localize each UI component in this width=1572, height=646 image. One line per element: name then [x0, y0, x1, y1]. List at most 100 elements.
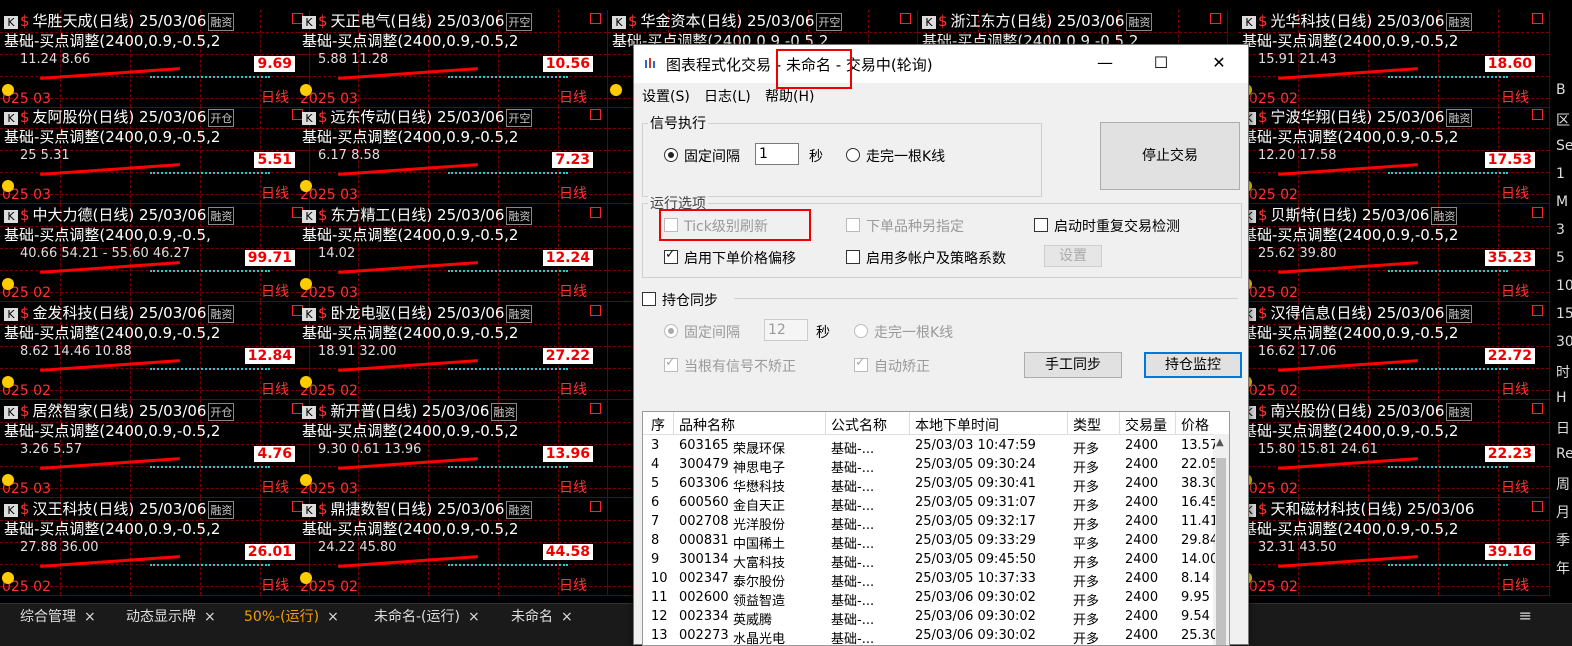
column-header[interactable]: 品种名称: [679, 415, 735, 435]
chart-cell[interactable]: K $ 光华科技(日线) 25/03/06 融资 基础-买点调整(2400,0.9,-0…: [1238, 10, 1550, 108]
table-row[interactable]: 10 002347 泰尔股份 基础-... 25/03/05 10:37:33 开多 240…: [643, 569, 1229, 590]
table-row[interactable]: 5 603306 华懋科技 基础-... 25/03/05 09:30:41 开多 2400…: [643, 474, 1229, 495]
tab-unnamed-running[interactable]: 未命名-(运行) ×: [368, 604, 486, 630]
chart-cell[interactable]: K $ 汉王科技(日线) 25/03/06 融资 基础-买点调整(2400,0.9,-0…: [0, 498, 310, 596]
menu-log[interactable]: 日志(L): [704, 86, 751, 106]
menu-icon[interactable]: ≡: [1519, 606, 1532, 625]
period-button[interactable]: H: [1556, 390, 1567, 406]
restart-check-checkbox[interactable]: [1034, 218, 1048, 232]
period-button[interactable]: 10: [1556, 278, 1572, 294]
chart-cell[interactable]: K $ 卧龙电驱(日线) 25/03/06 融资 基础-买点调整(2400,0.9,-0…: [298, 302, 608, 400]
order-other-checkbox[interactable]: [846, 218, 860, 232]
tab-dynamic-board[interactable]: 动态显示牌 ×: [120, 604, 222, 630]
table-row[interactable]: 9 300134 大富科技 基础-... 25/03/05 09:45:50 开多 2400…: [643, 550, 1229, 571]
tab-50-running[interactable]: 50%-(运行) ×: [238, 604, 345, 630]
maximize-icon[interactable]: ☐: [1146, 51, 1176, 75]
price-line: [150, 172, 270, 174]
close-icon[interactable]: ×: [468, 609, 480, 625]
column-header[interactable]: 类型: [1073, 415, 1101, 435]
period-button[interactable]: 月: [1556, 502, 1570, 522]
column-separator[interactable]: [909, 412, 910, 434]
period-button[interactable]: 周: [1556, 474, 1570, 494]
table-row[interactable]: 4 300479 神思电子 基础-... 25/03/05 09:30:24 开多 2400…: [643, 455, 1229, 476]
period-button[interactable]: 1: [1556, 166, 1565, 182]
table-row[interactable]: 8 000831 中国稀土 基础-... 25/03/05 09:33:29 平多 2400…: [643, 531, 1229, 552]
stop-trading-button[interactable]: 停止交易: [1100, 122, 1240, 190]
period-button[interactable]: 区: [1556, 110, 1570, 130]
chart-cell[interactable]: K $ 东方精工(日线) 25/03/06 融资 基础-买点调整(2400,0.9,-0…: [298, 204, 608, 302]
period-button[interactable]: B: [1556, 82, 1566, 98]
column-header[interactable]: 序: [651, 415, 665, 435]
pos-fixed-interval-radio[interactable]: [664, 324, 678, 338]
settings-button[interactable]: 设置: [1044, 245, 1102, 267]
interval-input[interactable]: 1: [755, 143, 799, 165]
multi-account-checkbox[interactable]: [846, 250, 860, 264]
period-label: 日线: [1501, 480, 1529, 496]
table-row[interactable]: 7 002708 光洋股份 基础-... 25/03/05 09:32:17 开多 2400…: [643, 512, 1229, 533]
period-button[interactable]: 15: [1556, 306, 1572, 322]
close-icon[interactable]: ×: [561, 609, 573, 625]
no-correct-checkbox[interactable]: [664, 355, 678, 372]
column-separator[interactable]: [673, 412, 674, 434]
column-header[interactable]: 本地下单时间: [915, 415, 999, 435]
auto-correct-checkbox[interactable]: [854, 355, 868, 372]
period-button[interactable]: Se: [1556, 138, 1572, 154]
position-monitor-button[interactable]: 持仓监控: [1144, 352, 1242, 378]
menu-help[interactable]: 帮助(H): [765, 86, 814, 106]
chart-cell[interactable]: K $ 华胜天成(日线) 25/03/06 融资 基础-买点调整(2400,0.9,-0…: [0, 10, 310, 108]
chart-cell[interactable]: K $ 天正电气(日线) 25/03/06 开空 基础-买点调整(2400,0.9,-0…: [298, 10, 608, 108]
table-cell: 开多: [1073, 632, 1100, 646]
close-icon[interactable]: ×: [327, 609, 339, 625]
period-button[interactable]: 年: [1556, 558, 1570, 578]
manual-sync-button[interactable]: 手工同步: [1024, 352, 1122, 378]
table-row[interactable]: 3 603165 荣晟环保 基础-... 25/03/03 10:47:59 开多 2400…: [643, 436, 1229, 457]
fixed-interval-radio[interactable]: [664, 148, 678, 162]
column-separator[interactable]: [1067, 412, 1068, 434]
column-header[interactable]: 交易量: [1125, 415, 1167, 435]
chart-cell[interactable]: K $ 友阿股份(日线) 25/03/06 开仓 基础-买点调整(2400,0.9,-0…: [0, 106, 310, 204]
pos-interval-input[interactable]: 12: [764, 319, 808, 341]
table-row[interactable]: 11 002600 领益智造 基础-... 25/03/06 09:30:02 开多 240…: [643, 588, 1229, 609]
tab-comprehensive[interactable]: 综合管理 ×: [14, 604, 102, 630]
close-icon[interactable]: ×: [204, 609, 216, 625]
price-line: [150, 368, 270, 370]
period-button[interactable]: 季: [1556, 530, 1570, 550]
tab-unnamed[interactable]: 未命名 ×: [505, 604, 579, 630]
position-sync-checkbox[interactable]: [642, 292, 656, 306]
column-separator[interactable]: [1119, 412, 1120, 434]
chart-cell[interactable]: K $ 新开普(日线) 25/03/06 融资 基础-买点调整(2400,0.9,-0.…: [298, 400, 608, 498]
column-separator[interactable]: [1175, 412, 1176, 434]
table-row[interactable]: 12 002334 英威腾 基础-... 25/03/06 09:30:02 开多 2400…: [643, 607, 1229, 628]
table-row[interactable]: 6 600560 金自天正 基础-... 25/03/05 09:31:07 开多 2400…: [643, 493, 1229, 514]
close-icon[interactable]: ×: [84, 609, 96, 625]
price-offset-checkbox[interactable]: [664, 247, 678, 264]
chart-cell[interactable]: K $ 南兴股份(日线) 25/03/06 融资 基础-买点调整(2400,0.9,-0…: [1238, 400, 1550, 498]
column-header[interactable]: 价格: [1181, 415, 1209, 435]
column-separator[interactable]: [825, 412, 826, 434]
minimize-icon[interactable]: —: [1090, 51, 1120, 75]
chart-cell[interactable]: K $ 汉得信息(日线) 25/03/06 融资 基础-买点调整(2400,0.9,-0…: [1238, 302, 1550, 400]
period-button[interactable]: 5: [1556, 250, 1565, 266]
chart-cell[interactable]: K $ 鼎捷数智(日线) 25/03/06 融资 基础-买点调整(2400,0.9,-0…: [298, 498, 608, 596]
period-button[interactable]: 时: [1556, 362, 1570, 382]
chart-cell[interactable]: K $ 远东传动(日线) 25/03/06 开空 基础-买点调整(2400,0.9,-0…: [298, 106, 608, 204]
per-bar-radio[interactable]: [846, 148, 860, 162]
chart-cell[interactable]: K $ 居然智家(日线) 25/03/06 开仓 基础-买点调整(2400,0.9,-0…: [0, 400, 310, 498]
period-button[interactable]: 日: [1556, 418, 1570, 438]
chart-cell[interactable]: K $ 中大力德(日线) 25/03/06 融资 基础-买点调整(2400,0.9,-0…: [0, 204, 310, 302]
column-header[interactable]: 公式名称: [831, 415, 887, 435]
chart-cell[interactable]: K $ 天和磁材科技(日线) 25/03/06 基础-买点调整(2400,0.9,-0…: [1238, 498, 1550, 596]
period-button[interactable]: 3: [1556, 222, 1565, 238]
period-button[interactable]: Re: [1556, 446, 1572, 462]
chart-cell[interactable]: K $ 宁波华翔(日线) 25/03/06 融资 基础-买点调整(2400,0.9,-0…: [1238, 106, 1550, 204]
close-icon[interactable]: ✕: [1204, 51, 1234, 75]
table-row[interactable]: 13 002273 水晶光电 基础-... 25/03/06 09:30:02 开多 240…: [643, 626, 1229, 645]
chart-header: K $ 光华科技(日线) 25/03/06 融资: [1242, 10, 1473, 31]
chart-cell[interactable]: K $ 贝斯特(日线) 25/03/06 融资 基础-买点调整(2400,0.9,-0.…: [1238, 204, 1550, 302]
price-line: [448, 368, 568, 370]
period-button[interactable]: 30: [1556, 334, 1572, 350]
period-button[interactable]: M: [1556, 194, 1568, 210]
pos-per-bar-radio[interactable]: [854, 324, 868, 338]
chart-cell[interactable]: K $ 金发科技(日线) 25/03/06 融资 基础-买点调整(2400,0.9,-0…: [0, 302, 310, 400]
menu-settings[interactable]: 设置(S): [642, 86, 690, 106]
